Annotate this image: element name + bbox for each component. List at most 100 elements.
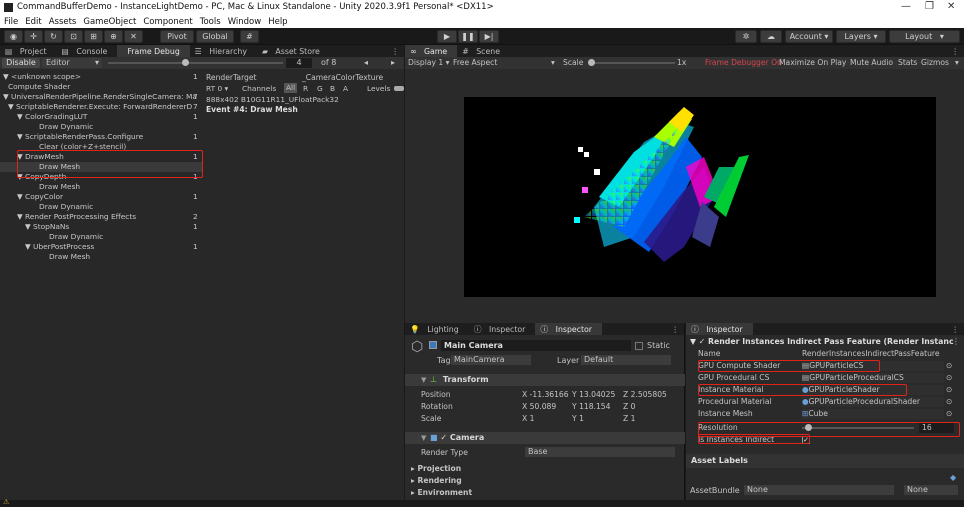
rotation-x[interactable]: X 50.089 [522,402,556,412]
menu-tools[interactable]: Tools [200,17,221,27]
tree-item[interactable]: Draw Mesh [0,182,203,192]
event-slider-thumb[interactable] [182,59,189,66]
prev-event-icon[interactable]: ◂ [364,58,368,67]
transform-tool-icon[interactable]: ⊕ [104,30,123,43]
lock-icon[interactable]: ⋮ [386,45,404,57]
layers-dropdown[interactable]: Layers ▾ [836,30,886,43]
tree-item[interactable]: ▼ ScriptableRenderPass.Configure 1 [0,132,203,142]
object-picker-icon[interactable]: ⊙ [946,361,952,371]
menu-help[interactable]: Help [268,17,287,27]
event-slider-track[interactable] [108,62,283,64]
close-icon[interactable]: ✕ [947,1,955,12]
scale-z[interactable]: Z 1 [623,414,635,424]
tree-item[interactable]: Draw Dynamic [0,202,203,212]
disable-button[interactable]: Disable [2,58,40,68]
object-name-input[interactable]: Main Camera [441,340,631,351]
tree-item[interactable]: ▼ UberPostProcess 1 [0,242,203,252]
tab-game[interactable]: ∞ Game [405,45,458,57]
grid-snap-icon[interactable]: # [240,30,259,43]
scale-x[interactable]: X 1 [522,414,534,424]
maximize-on-play-toggle[interactable]: Maximize On Play [779,57,846,69]
channel-b-button[interactable]: B [330,84,335,93]
position-y[interactable]: Y 13.04025 [572,390,615,400]
tag-dropdown[interactable]: MainCamera [451,355,531,365]
tab-asset-store[interactable]: ▰ Asset Store [257,45,330,57]
account-dropdown[interactable]: Account ▾ [785,30,833,43]
menu-edit[interactable]: Edit [25,17,41,27]
aspect-dropdown[interactable]: Free Aspect [453,57,497,69]
variant-dropdown[interactable]: None [904,485,958,495]
rotation-y[interactable]: Y 118.154 [572,402,610,412]
layout-dropdown[interactable]: Layout ▾ [889,30,960,43]
minimize-icon[interactable]: — [901,1,911,12]
feature-header[interactable]: ▼ ✓ Render Instances Indirect Pass Featu… [690,336,960,348]
tree-item[interactable]: Draw Dynamic [0,232,203,242]
menu-gameobject[interactable]: GameObject [83,17,136,27]
position-x[interactable]: X -11.36166 [522,390,569,400]
channel-all-button[interactable]: All [284,83,298,93]
lock-icon[interactable]: ⋮ [666,323,684,335]
move-tool-icon[interactable]: ✛ [24,30,43,43]
tree-item[interactable]: ▼ UniversalRenderPipeline.RenderSingleCa… [0,92,203,102]
cloud-icon[interactable]: ☁ [760,30,782,43]
projection-section[interactable]: ▸ Projection [411,464,461,474]
tree-item[interactable]: ▼ StopNaNs 1 [0,222,203,232]
tab-console[interactable]: ▤ Console [57,45,118,57]
display-dropdown[interactable]: Display 1 ▾ [408,57,449,69]
gpu-procedural-cs-field[interactable]: ▤GPUParticleProceduralCS [802,373,944,383]
camera-header[interactable]: ▼ ■ ✓ Camera [405,432,685,444]
lock-icon[interactable]: ⋮ [946,323,964,335]
feature-menu-icon[interactable]: ⋮ [952,337,960,346]
tab-lighting[interactable]: 💡 Lighting [405,323,469,335]
static-checkbox[interactable] [635,342,643,350]
transform-header[interactable]: ▼ ⊥ Transform [405,374,685,386]
mute-audio-toggle[interactable]: Mute Audio [850,57,893,69]
name-value[interactable]: RenderInstancesIndirectPassFeature [802,349,940,359]
tree-item[interactable]: ▼ ScriptableRenderer.Execute: ForwardRen… [0,102,203,112]
menu-assets[interactable]: Assets [49,17,77,27]
label-tag-icon[interactable]: ◆ [950,473,956,482]
object-picker-icon[interactable]: ⊙ [946,409,952,419]
tree-item[interactable]: Compute Shader [0,82,203,92]
next-event-icon[interactable]: ▸ [391,58,395,67]
tree-item[interactable]: ▼ <unknown scope> 1 [0,72,203,82]
rendering-section[interactable]: ▸ Rendering [411,476,462,486]
rotation-z[interactable]: Z 0 [623,402,635,412]
game-menu-icon[interactable]: ⋮ [946,45,964,57]
environment-section[interactable]: ▸ Environment [411,488,472,498]
instance-mesh-field[interactable]: ⊞Cube [802,409,944,419]
play-icon[interactable]: ▶ [437,30,457,43]
custom-tool-icon[interactable]: ✕ [124,30,143,43]
scale-slider-thumb[interactable] [588,59,595,66]
menu-window[interactable]: Window [228,17,262,27]
pivot-button[interactable]: Pivot [160,30,194,43]
editor-dropdown[interactable]: Editor ▾ [42,58,102,68]
scale-y[interactable]: Y 1 [572,414,584,424]
collab-icon[interactable]: ✲ [735,30,757,43]
tab-scene[interactable]: # Scene [457,45,510,57]
channel-r-button[interactable]: R [303,84,308,93]
scale-slider[interactable] [590,62,675,64]
tree-item[interactable]: Draw Mesh [0,252,203,262]
global-button[interactable]: Global [196,30,234,43]
scale-tool-icon[interactable]: ⊡ [64,30,83,43]
layer-dropdown[interactable]: Default [581,355,671,365]
channel-g-button[interactable]: G [317,84,323,93]
render-type-dropdown[interactable]: Base [525,447,675,457]
gizmos-toggle[interactable]: Gizmos [921,57,949,69]
tab-frame-debug[interactable]: Frame Debug [117,45,190,57]
rotate-tool-icon[interactable]: ↻ [44,30,63,43]
stats-toggle[interactable]: Stats [898,57,917,69]
object-picker-icon[interactable]: ⊙ [946,385,952,395]
tab-hierarchy[interactable]: ☰ Hierarchy [190,45,257,57]
procedural-material-field[interactable]: ●GPUParticleProceduralShader [802,397,944,407]
active-checkbox[interactable] [429,341,437,349]
object-picker-icon[interactable]: ⊙ [946,373,952,383]
position-z[interactable]: Z 2.505805 [623,390,667,400]
tree-item[interactable]: ▼ ColorGradingLUT 1 [0,112,203,122]
menu-component[interactable]: Component [143,17,192,27]
tab-inspector-3[interactable]: ⓘ Inspector [686,323,753,335]
assetbundle-dropdown[interactable]: None [744,485,894,495]
tab-inspector-2[interactable]: ⓘ Inspector [535,323,603,335]
tab-project[interactable]: ▤ Project [0,45,57,57]
